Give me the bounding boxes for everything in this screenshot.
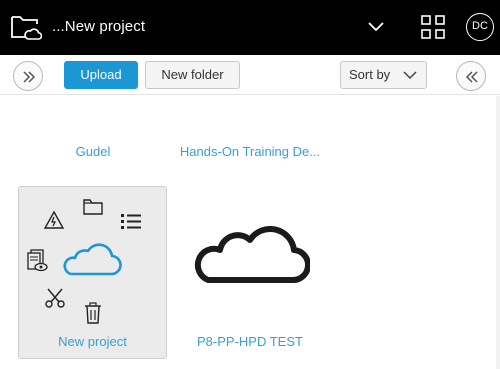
sort-by-dropdown[interactable]: Sort by [340, 61, 427, 89]
upload-button[interactable]: Upload [64, 61, 138, 89]
warning-icon[interactable] [43, 210, 65, 235]
folder-cloud-icon[interactable] [10, 12, 43, 42]
chevron-down-icon[interactable] [366, 18, 386, 34]
expand-sidebar-button[interactable] [13, 61, 43, 91]
item-label[interactable]: P8-PP-HPD TEST [170, 334, 330, 349]
grid-view-icon[interactable] [421, 15, 445, 39]
selected-item-tile[interactable]: New project [18, 186, 167, 359]
double-chevron-right-icon [23, 71, 36, 83]
toolbar: Upload New folder Sort by [0, 55, 500, 95]
item-label[interactable]: Gudel [18, 144, 168, 159]
sort-by-label: Sort by [349, 67, 391, 82]
document-view-icon[interactable] [27, 249, 49, 278]
cloud-icon[interactable] [192, 225, 312, 291]
scrollbar[interactable] [496, 96, 500, 369]
cloud-icon[interactable] [32, 96, 152, 111]
double-chevron-left-icon [465, 71, 478, 83]
new-folder-button[interactable]: New folder [145, 61, 240, 89]
trash-icon[interactable] [84, 302, 102, 329]
cloud-icon[interactable] [193, 96, 313, 111]
page-title: ...New project [52, 18, 146, 35]
collapse-panel-button[interactable] [456, 61, 486, 91]
item-label[interactable]: New project [19, 334, 166, 349]
list-icon[interactable] [120, 212, 142, 235]
scissors-icon[interactable] [44, 287, 66, 314]
item-label[interactable]: Hands-On Training De... [170, 144, 330, 159]
cloud-icon[interactable] [61, 241, 123, 286]
file-grid: Gudel Hands-On Training De... New projec… [0, 96, 500, 369]
app-header: ...New project DC [0, 0, 500, 55]
folder-icon[interactable] [82, 198, 104, 221]
chevron-down-icon [403, 71, 417, 80]
avatar[interactable]: DC [466, 13, 494, 41]
